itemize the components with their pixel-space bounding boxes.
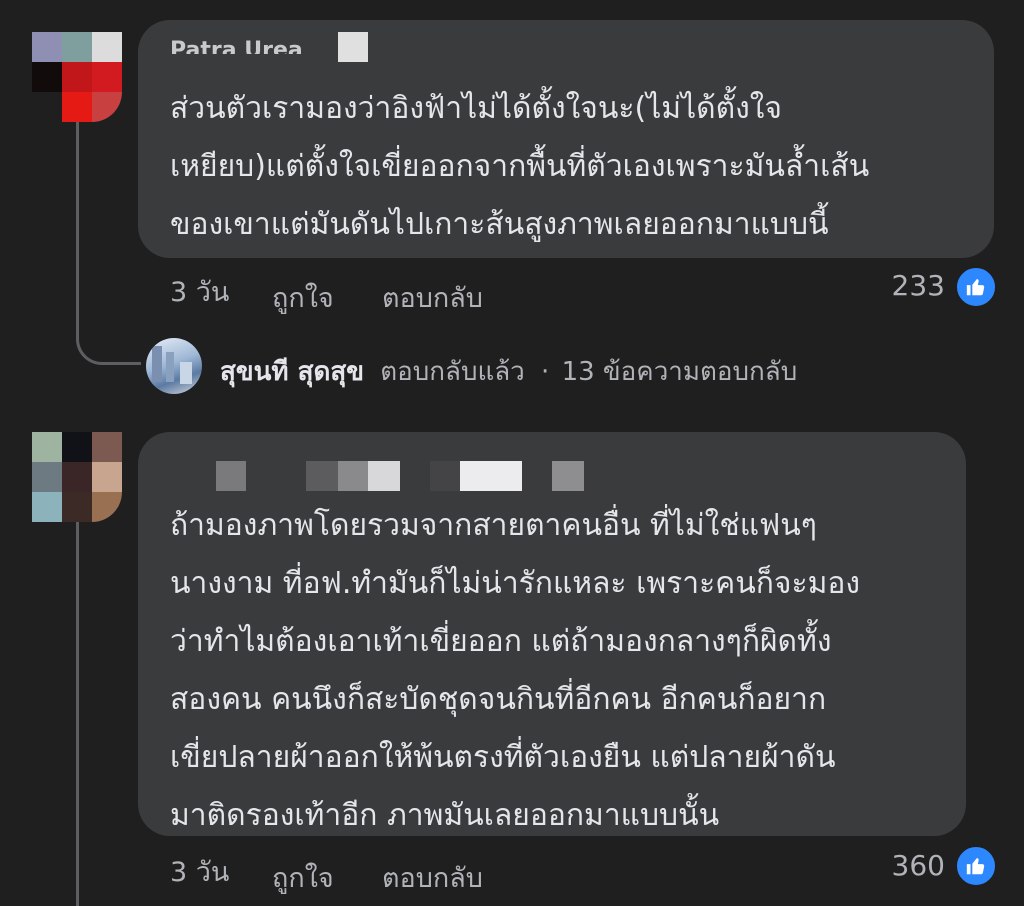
reply-action-text: ตอบกลับแล้ว <box>380 357 525 387</box>
thumbs-up-icon[interactable] <box>955 266 997 308</box>
reply-summary[interactable]: สุขนที สุดสุข ตอบกลับแล้ว · 13 ข้อความตอ… <box>220 351 797 392</box>
reply-button-1[interactable]: ตอบกลับ <box>382 276 483 319</box>
comment-time-1[interactable]: 3 วัน <box>170 270 229 313</box>
reply-author-avatar[interactable] <box>146 338 202 394</box>
like-button-1[interactable]: ถูกใจ <box>272 276 334 319</box>
reply-count-text[interactable]: 13 ข้อความตอบกลับ <box>562 357 798 387</box>
avatar-pixelated-2[interactable] <box>32 432 122 522</box>
censor-block <box>430 461 460 491</box>
comment-bubble-1[interactable]: Patra Urea ส่วนตัวเรามองว่าอิงฟ้าไม่ได้ต… <box>138 20 994 258</box>
censor-block <box>460 461 522 491</box>
comment-text-2: ถ้ามองภาพโดยรวมจากสายตาคนอื่น ที่ไม่ใช่แ… <box>170 508 861 833</box>
reply-author-name[interactable]: สุขนที สุดสุข <box>220 357 364 387</box>
censor-block <box>338 461 368 491</box>
censor-block <box>216 461 246 491</box>
censor-block <box>306 461 338 491</box>
thread-line-2 <box>76 520 79 906</box>
comment-text-1: ส่วนตัวเรามองว่าอิงฟ้าไม่ได้ตั้งใจนะ(ไม่… <box>170 91 870 242</box>
reply-button-2[interactable]: ตอบกลับ <box>382 856 483 899</box>
reaction-count-2[interactable]: 360 <box>860 849 945 882</box>
comment-actions-1: 3 วัน ถูกใจ ตอบกลับ <box>170 270 570 314</box>
thumbs-up-icon[interactable] <box>955 845 997 887</box>
thread-line-1 <box>76 112 79 327</box>
separator-dot: · <box>541 357 550 387</box>
author-censor-block <box>338 32 368 62</box>
censor-block <box>552 461 584 491</box>
comment-bubble-2[interactable]: ถ้ามองภาพโดยรวมจากสายตาคนอื่น ที่ไม่ใช่แ… <box>138 432 966 836</box>
like-button-2[interactable]: ถูกใจ <box>272 856 334 899</box>
comment-author-1[interactable]: Patra Urea <box>170 38 303 54</box>
comment-time-2[interactable]: 3 วัน <box>170 850 229 893</box>
comment-author-2-censored[interactable] <box>138 432 638 492</box>
thread-connector-1 <box>76 300 141 365</box>
censor-block <box>368 461 400 491</box>
avatar-pixelated-1[interactable] <box>32 32 122 122</box>
comment-actions-2: 3 วัน ถูกใจ ตอบกลับ <box>170 850 570 894</box>
reaction-count-1[interactable]: 233 <box>860 269 945 302</box>
